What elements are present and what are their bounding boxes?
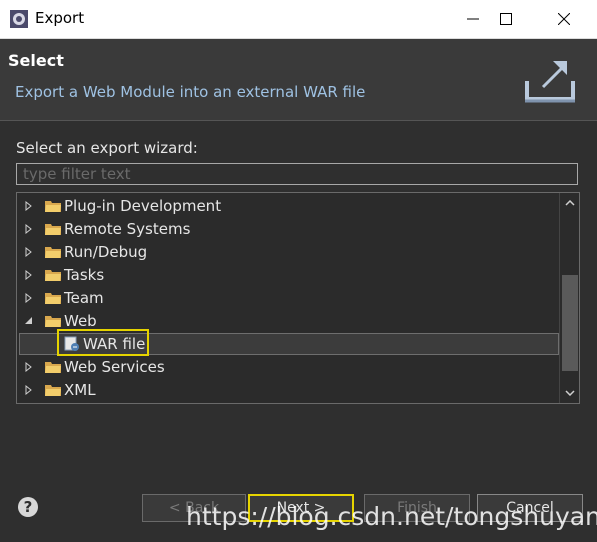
tree-item-label: Team <box>64 289 104 307</box>
chevron-down-icon <box>565 390 575 396</box>
wizard-footer: ? < Back Next > Finish Cancel <box>0 482 597 542</box>
folder-icon <box>45 362 61 373</box>
window-titlebar: Export <box>0 0 597 39</box>
collapse-arrow-icon[interactable] <box>24 316 33 325</box>
close-button[interactable] <box>540 0 588 38</box>
wizard-prompt-label: Select an export wizard: <box>16 139 198 157</box>
folder-icon <box>45 201 61 212</box>
expand-arrow-icon[interactable] <box>25 293 32 303</box>
cancel-button[interactable]: Cancel <box>477 494 583 522</box>
tree-item-label: Plug-in Development <box>64 197 222 215</box>
expand-arrow-icon[interactable] <box>25 247 32 257</box>
tree-item-label: Remote Systems <box>64 220 191 238</box>
folder-open-icon <box>45 316 61 327</box>
filter-input[interactable] <box>17 164 577 184</box>
expand-arrow-icon[interactable] <box>25 270 32 280</box>
tree-item-label: Web <box>64 312 97 330</box>
folder-icon <box>45 293 61 304</box>
tree-item-team[interactable]: Team <box>19 287 559 309</box>
tree-item-remote-systems[interactable]: Remote Systems <box>19 218 559 240</box>
folder-icon <box>45 247 61 258</box>
tree-item-label: XML <box>64 381 96 399</box>
eclipse-app-icon <box>10 10 28 28</box>
next-button[interactable]: Next > <box>248 494 354 522</box>
window-title: Export <box>35 9 85 27</box>
scroll-thumb[interactable] <box>562 275 578 371</box>
finish-button[interactable]: Finish <box>364 494 470 522</box>
folder-icon <box>45 270 61 281</box>
tree-item-label: Run/Debug <box>64 243 148 261</box>
export-wizard-icon <box>525 61 575 103</box>
wizard-content: Select an export wizard: Plug-in Develop… <box>0 121 597 542</box>
chevron-up-icon <box>565 200 575 206</box>
tree-item-plugin-development[interactable]: Plug-in Development <box>19 195 559 217</box>
maximize-button[interactable] <box>482 0 530 38</box>
tree-item-run-debug[interactable]: Run/Debug <box>19 241 559 263</box>
tree-item-xml[interactable]: XML <box>19 379 559 401</box>
folder-icon <box>45 224 61 235</box>
back-button[interactable]: < Back <box>142 494 246 522</box>
maximize-icon <box>500 13 512 25</box>
tree-item-web-services[interactable]: Web Services <box>19 356 559 378</box>
filter-field[interactable] <box>16 163 578 185</box>
wizard-header: Select Export a Web Module into an exter… <box>0 39 597 121</box>
expand-arrow-icon[interactable] <box>25 362 32 372</box>
page-description: Export a Web Module into an external WAR… <box>15 83 366 101</box>
folder-icon <box>45 385 61 396</box>
tree-item-label: Tasks <box>64 266 105 284</box>
expand-arrow-icon[interactable] <box>25 385 32 395</box>
close-icon <box>558 13 570 25</box>
expand-arrow-icon[interactable] <box>25 224 32 234</box>
help-icon[interactable]: ? <box>18 497 38 517</box>
tree-scrollbar[interactable] <box>559 193 579 403</box>
expand-arrow-icon[interactable] <box>25 201 32 211</box>
page-title: Select <box>8 51 64 70</box>
tree-item-label: Web Services <box>64 358 165 376</box>
wizard-tree: Plug-in Development Remote Systems Run/D… <box>16 192 580 404</box>
minimize-icon <box>467 18 479 20</box>
scroll-down-button[interactable] <box>560 383 579 403</box>
annotation-highlight <box>57 329 149 356</box>
tree-item-tasks[interactable]: Tasks <box>19 264 559 286</box>
scroll-up-button[interactable] <box>560 193 579 213</box>
